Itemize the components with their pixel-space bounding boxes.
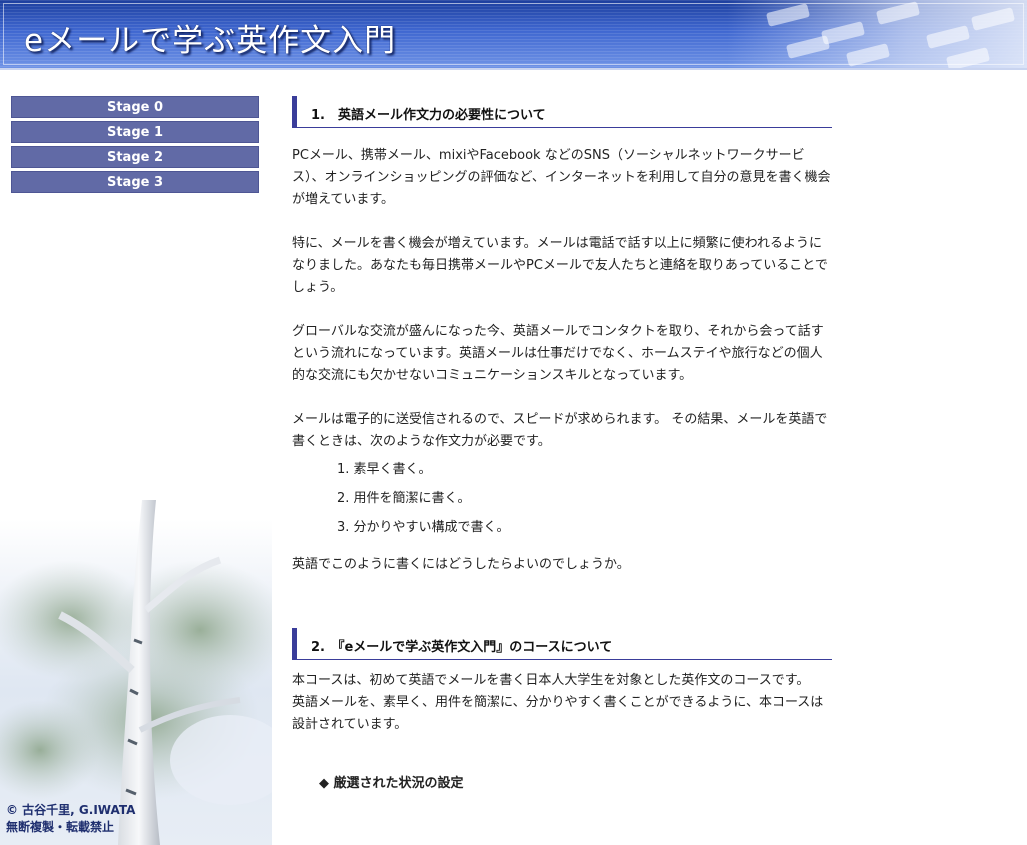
nav-item-stage-2[interactable]: Stage 2 xyxy=(11,146,259,168)
nav-item-stage-3[interactable]: Stage 3 xyxy=(11,171,259,193)
site-header: eメールで学ぶ英作文入門 xyxy=(0,0,1027,70)
section-1-heading: 1. 英語メール作文力の必要性について xyxy=(292,96,832,128)
requirements-list: 1. 素早く書く。 2. 用件を簡潔に書く。 3. 分かりやすい構成で書く。 xyxy=(292,455,832,542)
section-1-paragraph-5: 英語でこのように書くにはどうしたらよいのでしょうか。 xyxy=(292,557,630,572)
sidebar: Stage 0 Stage 1 Stage 2 Stage 3 © 古谷千里, … xyxy=(0,70,272,845)
copyright-block: © 古谷千里, G.IWATA 無断複製・転載禁止 xyxy=(6,802,135,836)
list-item: 3. 分かりやすい構成で書く。 xyxy=(337,520,510,535)
subsection-heading: ◆ 厳選された状況の設定 xyxy=(319,776,464,791)
section-1-paragraph-4: メールは電子的に送受信されるので、スピードが求められます。 その結果、メールを英… xyxy=(292,412,828,449)
section-1-paragraph-2: 特に、メールを書く機会が増えています。メールは電話で話す以上に頻繁に使われるよう… xyxy=(292,236,828,295)
section-1-paragraph-3: グローバルな交流が盛んになった今、英語メールでコンタクトを取り、それから会って話… xyxy=(292,324,824,383)
list-item: 2. 用件を簡潔に書く。 xyxy=(337,491,471,506)
birch-tree-image xyxy=(0,500,272,845)
main-content: 1. 英語メール作文力の必要性について PCメール、携帯メール、mixiやFac… xyxy=(292,96,832,791)
nav-item-stage-0[interactable]: Stage 0 xyxy=(11,96,259,118)
site-title: eメールで学ぶ英作文入門 xyxy=(24,23,397,59)
section-2-paragraph-1: 本コースは、初めて英語でメールを書く日本人大学生を対象とした英作文のコースです。 xyxy=(292,673,810,688)
section-2-paragraph-2: 英語メールを、素早く、用件を簡潔に、分かりやすく書くことができるように、本コース… xyxy=(292,695,824,732)
reproduction-notice: 無断複製・転載禁止 xyxy=(6,820,115,834)
list-item: 1. 素早く書く。 xyxy=(337,462,432,477)
section-2-heading: 2. 『eメールで学ぶ英作文入門』のコースについて xyxy=(292,628,832,660)
nav-item-stage-1[interactable]: Stage 1 xyxy=(11,121,259,143)
section-1-paragraph-1: PCメール、携帯メール、mixiやFacebook などのSNS（ソーシャルネッ… xyxy=(292,148,831,207)
copyright-text: © 古谷千里, G.IWATA xyxy=(6,803,136,817)
stage-nav: Stage 0 Stage 1 Stage 2 Stage 3 xyxy=(11,96,259,196)
